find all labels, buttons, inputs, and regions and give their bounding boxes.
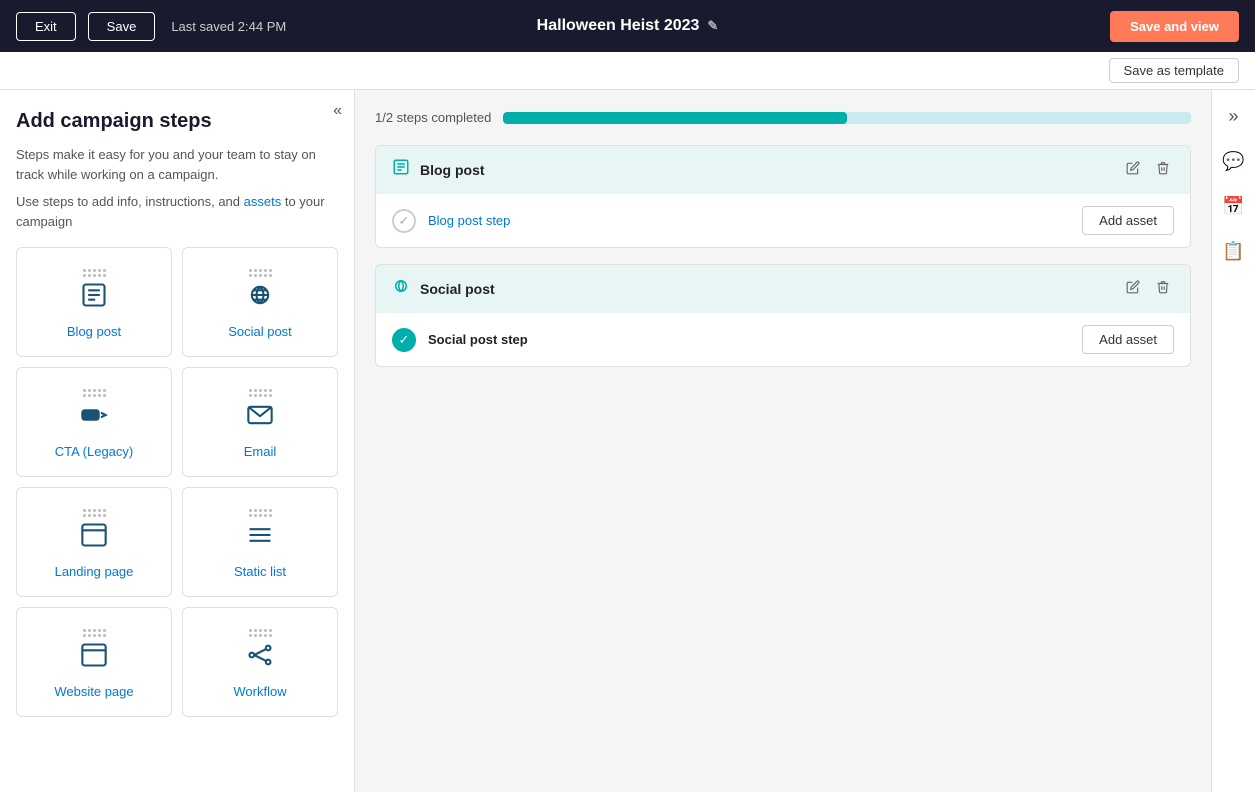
social-post-icon — [246, 281, 274, 316]
edit-step-button-blog-post-step[interactable] — [1122, 159, 1144, 181]
static-list-icon — [246, 521, 274, 556]
asset-card-workflow[interactable]: Workflow — [182, 607, 338, 717]
step-header-icon-social-post-step — [392, 277, 410, 300]
navbar: Exit Save Last saved 2:44 PM Halloween H… — [0, 0, 1255, 52]
chat-icon-button[interactable]: 💬 — [1218, 147, 1248, 176]
save-button[interactable]: Save — [88, 12, 156, 41]
save-as-template-button[interactable]: Save as template — [1109, 58, 1239, 83]
step-header-social-post-step: Social post — [376, 265, 1190, 312]
list-icon-button[interactable]: 📋 — [1218, 237, 1248, 266]
campaign-title: Halloween Heist 2023 — [537, 17, 700, 35]
right-sidebar-collapse-button[interactable]: » — [1224, 102, 1242, 131]
step-header-icon-blog-post-step — [392, 158, 410, 181]
progress-row: 1/2 steps completed — [375, 110, 1191, 125]
step-cards-container: Blog post ✓ Blog post step Add asset S — [375, 145, 1191, 367]
workflow-icon — [246, 641, 274, 676]
sidebar-title: Add campaign steps — [16, 110, 338, 133]
landing-page-label: Landing page — [55, 564, 134, 579]
save-and-view-button[interactable]: Save and view — [1110, 11, 1239, 42]
website-page-icon — [80, 641, 108, 676]
landing-page-icon — [80, 521, 108, 556]
campaign-title-area: Halloween Heist 2023 ✎ — [537, 17, 719, 35]
drag-dots — [83, 269, 106, 277]
calendar-icon: 📅 — [1222, 196, 1244, 216]
center-content: 1/2 steps completed Blog post — [355, 90, 1211, 792]
main-layout: « Add campaign steps Steps make it easy … — [0, 90, 1255, 792]
static-list-label: Static list — [234, 564, 286, 579]
blog-post-label: Blog post — [67, 324, 121, 339]
right-sidebar: » 💬 📅 📋 — [1211, 90, 1255, 792]
assets-link[interactable]: assets — [244, 194, 282, 209]
drag-dots — [249, 269, 272, 277]
step-header-blog-post-step: Blog post — [376, 146, 1190, 193]
drag-dots — [83, 389, 106, 397]
social-post-label: Social post — [228, 324, 292, 339]
step-header-title-social-post-step: Social post — [420, 281, 1112, 297]
step-name-blog-post-step: Blog post step — [428, 213, 1070, 228]
step-header-title-blog-post-step: Blog post — [420, 162, 1112, 178]
step-row-social-post-step: ✓ Social post step Add asset — [376, 312, 1190, 366]
progress-text: 1/2 steps completed — [375, 110, 491, 125]
asset-grid: Blog post Social post CTA (Legacy) Email — [16, 247, 338, 717]
cta-legacy-label: CTA (Legacy) — [55, 444, 134, 459]
blog-post-icon — [80, 281, 108, 316]
last-saved-text: Last saved 2:44 PM — [171, 19, 286, 34]
asset-card-blog-post[interactable]: Blog post — [16, 247, 172, 357]
step-name-social-post-step: Social post step — [428, 332, 1070, 347]
edit-title-icon[interactable]: ✎ — [707, 18, 718, 34]
step-check-completed: ✓ — [392, 328, 416, 352]
step-card-social-post-step: Social post ✓ Social post step Add asset — [375, 264, 1191, 367]
drag-dots — [249, 629, 272, 637]
website-page-label: Website page — [54, 684, 133, 699]
sidebar-collapse-button[interactable]: « — [333, 102, 342, 120]
list-icon: 📋 — [1222, 241, 1244, 261]
drag-dots — [249, 389, 272, 397]
sidebar-desc1: Steps make it easy for you and your team… — [16, 145, 338, 184]
edit-step-button-social-post-step[interactable] — [1122, 278, 1144, 300]
step-header-actions-blog-post-step — [1122, 159, 1174, 181]
email-label: Email — [244, 444, 277, 459]
workflow-label: Workflow — [233, 684, 286, 699]
drag-dots — [249, 509, 272, 517]
drag-dots — [83, 629, 106, 637]
add-asset-button-blog-post-step[interactable]: Add asset — [1082, 206, 1174, 235]
progress-bar-background — [503, 112, 1191, 124]
cta-legacy-icon — [80, 401, 108, 436]
drag-dots — [83, 509, 106, 517]
asset-card-landing-page[interactable]: Landing page — [16, 487, 172, 597]
add-asset-button-social-post-step[interactable]: Add asset — [1082, 325, 1174, 354]
progress-bar-fill — [503, 112, 847, 124]
asset-card-static-list[interactable]: Static list — [182, 487, 338, 597]
delete-step-button-blog-post-step[interactable] — [1152, 159, 1174, 181]
left-sidebar: « Add campaign steps Steps make it easy … — [0, 90, 355, 792]
exit-button[interactable]: Exit — [16, 12, 76, 41]
subheader: Save as template — [0, 52, 1255, 90]
chat-icon: 💬 — [1222, 151, 1244, 171]
step-header-actions-social-post-step — [1122, 278, 1174, 300]
delete-step-button-social-post-step[interactable] — [1152, 278, 1174, 300]
asset-card-email[interactable]: Email — [182, 367, 338, 477]
asset-card-social-post[interactable]: Social post — [182, 247, 338, 357]
step-card-blog-post-step: Blog post ✓ Blog post step Add asset — [375, 145, 1191, 248]
email-icon — [246, 401, 274, 436]
step-check-pending: ✓ — [392, 209, 416, 233]
step-row-blog-post-step: ✓ Blog post step Add asset — [376, 193, 1190, 247]
sidebar-desc2: Use steps to add info, instructions, and… — [16, 192, 338, 231]
asset-card-cta-legacy[interactable]: CTA (Legacy) — [16, 367, 172, 477]
asset-card-website-page[interactable]: Website page — [16, 607, 172, 717]
calendar-icon-button[interactable]: 📅 — [1218, 192, 1248, 221]
